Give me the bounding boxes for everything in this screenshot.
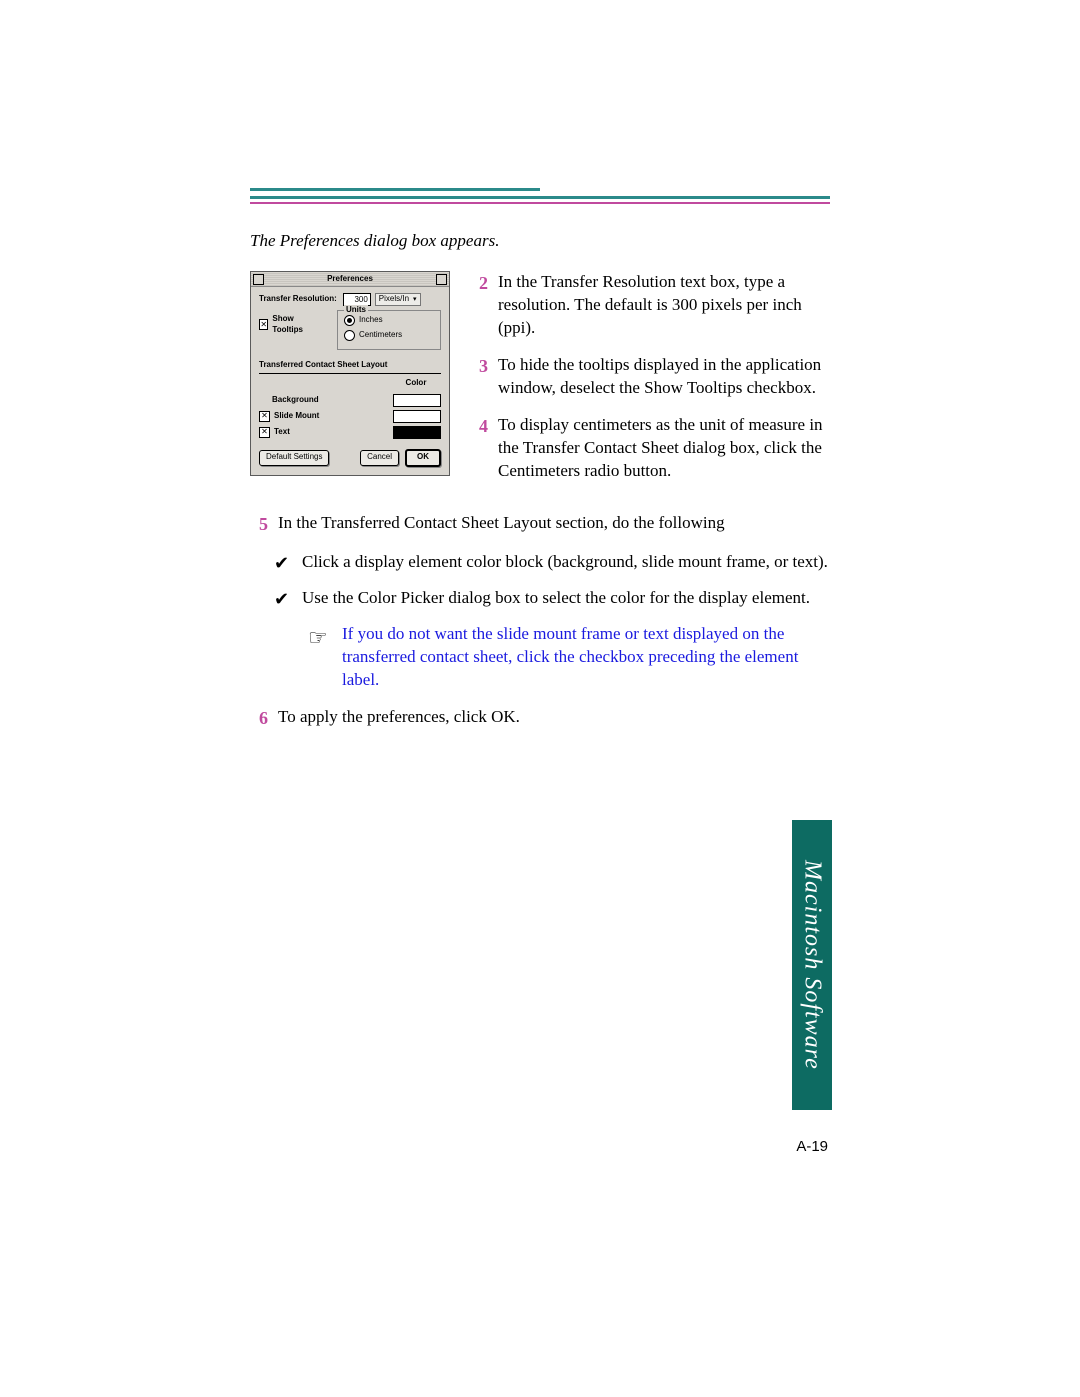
units-group: Units Inches Centimeters xyxy=(337,310,441,350)
bullet-2-text: Use the Color Picker dialog box to selec… xyxy=(302,587,832,611)
transfer-resolution-label: Transfer Resolution: xyxy=(259,294,337,305)
close-box-icon[interactable] xyxy=(253,274,264,285)
layout-section-header: Transferred Contact Sheet Layout xyxy=(259,360,441,371)
slide-mount-color-swatch[interactable] xyxy=(393,410,441,423)
step-4-text: To display centimeters as the unit of me… xyxy=(498,414,832,483)
bullet-1-text: Click a display element color block (bac… xyxy=(302,551,832,575)
show-tooltips-label: Show Tooltips xyxy=(272,314,317,336)
chevron-down-icon: ▾ xyxy=(413,295,417,304)
dialog-title: Preferences xyxy=(327,274,373,283)
step-number-5: 5 xyxy=(250,512,268,536)
text-color-swatch[interactable] xyxy=(393,426,441,439)
background-label: Background xyxy=(272,395,319,406)
checkmark-icon: ✔ xyxy=(274,551,292,575)
color-column-header: Color xyxy=(391,378,441,389)
text-label: Text xyxy=(274,427,290,438)
default-settings-button[interactable]: Default Settings xyxy=(259,450,329,466)
note-text: If you do not want the slide mount frame… xyxy=(342,623,832,692)
units-inches-label: Inches xyxy=(359,315,383,326)
dialog-titlebar: Preferences xyxy=(251,272,449,287)
step-3-text: To hide the tooltips displayed in the ap… xyxy=(498,354,832,400)
units-inches-radio[interactable] xyxy=(344,315,355,326)
header-rule-magenta xyxy=(250,202,830,204)
slide-mount-label: Slide Mount xyxy=(274,411,319,422)
preferences-dialog: Preferences Transfer Resolution: 300 Pix… xyxy=(250,271,448,476)
side-tab: Macintosh Software xyxy=(792,820,832,1110)
note-hand-icon: ☞ xyxy=(308,623,332,692)
cancel-button[interactable]: Cancel xyxy=(360,450,399,466)
step-number-3: 3 xyxy=(470,354,488,400)
background-color-swatch[interactable] xyxy=(393,394,441,407)
units-cm-label: Centimeters xyxy=(359,330,402,341)
divider xyxy=(259,373,441,374)
step-number-4: 4 xyxy=(470,414,488,483)
zoom-box-icon[interactable] xyxy=(436,274,447,285)
text-checkbox[interactable] xyxy=(259,427,270,438)
step-number-6: 6 xyxy=(250,706,268,730)
step-number-2: 2 xyxy=(470,271,488,340)
resolution-unit-label: Pixels/In xyxy=(379,294,409,305)
units-cm-radio[interactable] xyxy=(344,330,355,341)
step-6-text: To apply the preferences, click OK. xyxy=(278,706,832,730)
step-5-text: In the Transferred Contact Sheet Layout … xyxy=(278,512,832,536)
step-2-text: In the Transfer Resolution text box, typ… xyxy=(498,271,832,340)
resolution-unit-dropdown[interactable]: Pixels/In ▾ xyxy=(375,293,421,306)
header-rule-short xyxy=(250,188,540,191)
checkmark-icon: ✔ xyxy=(274,587,292,611)
header-rule-teal xyxy=(250,196,830,199)
page-number: A-19 xyxy=(796,1138,828,1155)
content-area: The Preferences dialog box appears. Pref… xyxy=(250,230,832,744)
intro-text: The Preferences dialog box appears. xyxy=(250,230,832,253)
slide-mount-checkbox[interactable] xyxy=(259,411,270,422)
ok-button[interactable]: OK xyxy=(405,449,441,467)
show-tooltips-checkbox[interactable] xyxy=(259,319,268,330)
